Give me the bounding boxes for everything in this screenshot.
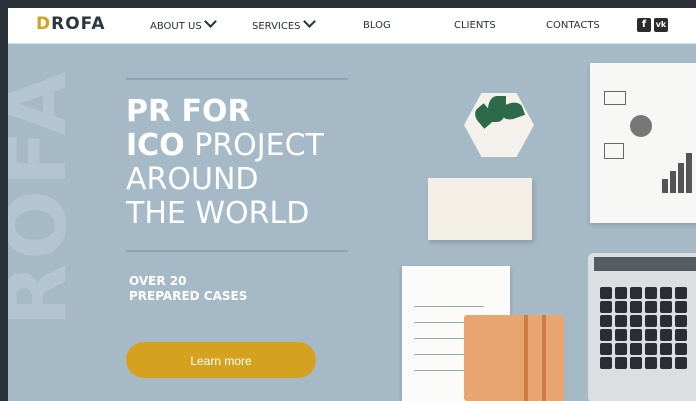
laptop-key [675,315,687,327]
logo[interactable]: DROFA [36,14,106,34]
laptop-key [630,357,642,369]
nav-item-contacts[interactable]: CONTACTS [546,20,600,31]
laptop-key [675,287,687,299]
laptop-key [630,343,642,355]
laptop-key [600,357,612,369]
laptop-key [630,301,642,313]
hero-watermark: ROFA [8,68,85,327]
nav-label-clients: CLIENTS [454,20,496,31]
laptop-key [660,329,672,341]
laptop-key [600,301,612,313]
laptop-key [660,315,672,327]
laptop-key [660,287,672,299]
laptop-key [630,287,642,299]
laptop-key [600,315,612,327]
stats-block: OVER 20 PREPARED CASES [129,274,247,304]
laptop-key [615,315,627,327]
headline-line-2-bold: ICO [126,128,185,163]
laptop-key [660,357,672,369]
stats-line-2: PREPARED CASES [129,289,248,303]
laptop-key [645,343,657,355]
laptop-key [645,357,657,369]
folder-image [464,315,564,401]
nav-label-services: SERVICES [252,21,301,32]
laptop-key [645,287,657,299]
laptop-key [660,301,672,313]
headline-line-2-rest: PROJECT [184,128,324,163]
sketch-paper-image [590,63,696,223]
vk-icon[interactable]: vk [654,18,668,32]
logo-accent: D [36,14,52,34]
page-frame: DROFA ABOUT US SERVICES BLOG CLIENTS CON… [8,8,696,401]
laptop-key [645,329,657,341]
nav-item-clients[interactable]: CLIENTS [454,20,496,31]
laptop-key [675,357,687,369]
nav-item-services[interactable]: SERVICES [252,15,316,32]
laptop-key [630,329,642,341]
nav-label-about-us: ABOUT US [150,21,202,32]
laptop-key [600,329,612,341]
facebook-icon[interactable]: f [637,18,651,32]
laptop-key [615,287,627,299]
laptop-key [645,301,657,313]
laptop-image [588,253,696,401]
laptop-key [675,343,687,355]
laptop-key [615,343,627,355]
logo-text: ROFA [51,14,106,34]
headline-line-3: AROUND [126,162,259,197]
chevron-down-icon [203,15,217,28]
headline-line-1: PR FOR [126,94,251,129]
stats-line-1: OVER 20 [129,274,187,288]
white-box-image [428,178,532,240]
headline-line-4: THE WORLD [126,196,310,231]
laptop-key [675,301,687,313]
laptop-key [600,287,612,299]
laptop-key [645,315,657,327]
laptop-key [615,357,627,369]
laptop-key [630,315,642,327]
chevron-down-icon [302,15,316,28]
nav-item-blog[interactable]: BLOG [363,20,391,31]
laptop-key [600,343,612,355]
top-nav: DROFA ABOUT US SERVICES BLOG CLIENTS CON… [8,8,696,44]
hero-headline: PR FOR ICO PROJECT AROUND THE WORLD [126,95,324,231]
laptop-key [660,343,672,355]
laptop-key [675,329,687,341]
laptop-key [615,329,627,341]
divider-top [126,78,348,80]
nav-label-contacts: CONTACTS [546,20,600,31]
laptop-key [615,301,627,313]
nav-item-about-us[interactable]: ABOUT US [150,15,217,32]
nav-label-blog: BLOG [363,20,391,31]
divider-bottom [126,250,348,252]
learn-more-button[interactable]: Learn more [126,342,316,378]
